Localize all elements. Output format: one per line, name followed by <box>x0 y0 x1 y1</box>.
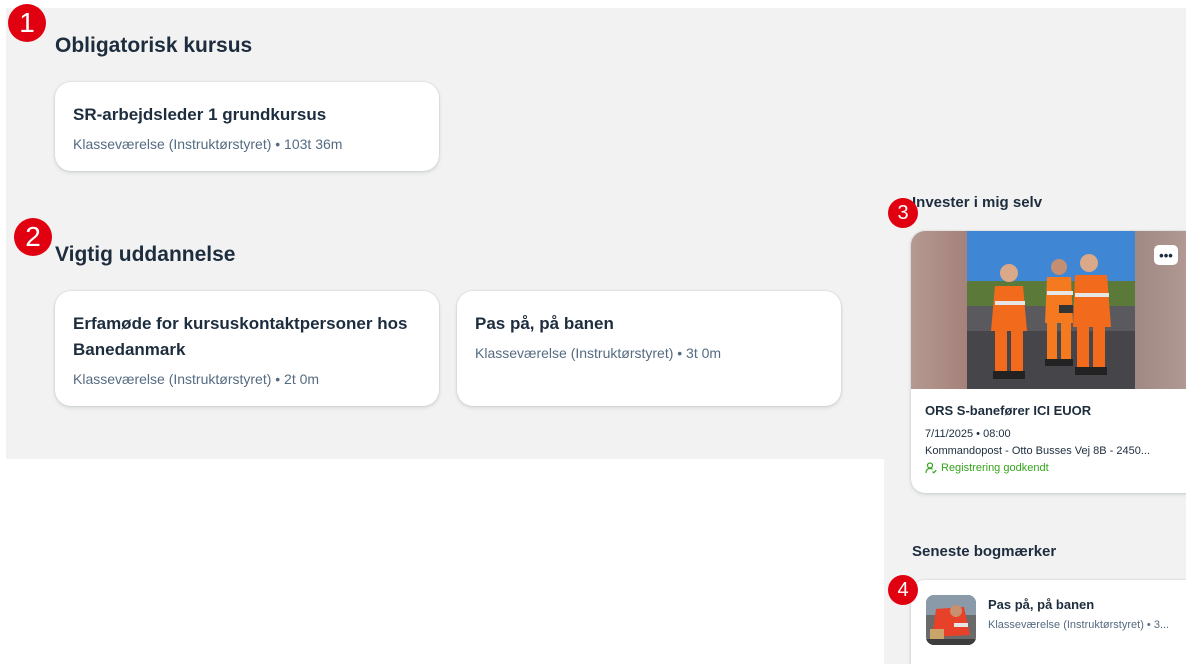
callout-marker-1: 1 <box>8 4 46 42</box>
bookmark-thumbnail-image <box>926 595 976 645</box>
course-card-important-1[interactable]: Erfamøde for kursuskontaktpersoner hos B… <box>55 291 439 406</box>
featured-course-title: ORS S-banefører ICI EUOR <box>925 403 1092 418</box>
course-card-title: Erfamøde for kursuskontaktpersoner hos B… <box>73 314 408 359</box>
bookmark-meta: Klasseværelse (Instruktørstyret) • 3... <box>988 619 1170 631</box>
callout-marker-2: 2 <box>14 218 52 256</box>
bookmark-title: Pas på, på banen <box>988 597 1095 612</box>
course-card-title: SR-arbejdsleder 1 grundkursus <box>73 105 327 124</box>
course-card-meta: Klasseværelse (Instruktørstyret) • 103t … <box>73 136 343 152</box>
registration-status: Registrering godkendt <box>925 462 1185 474</box>
bookmark-item[interactable]: Pas på, på banen Klasseværelse (Instrukt… <box>911 580 1186 664</box>
featured-course-datetime: 7/11/2025 • 08:00 <box>925 428 1011 440</box>
section-title-required: Obligatorisk kursus <box>55 34 253 57</box>
bookmark-thumbnail <box>926 595 976 645</box>
workers-photo <box>967 231 1135 389</box>
callout-marker-4: 4 <box>888 575 918 605</box>
course-card-meta: Klasseværelse (Instruktørstyret) • 2t 0m <box>73 371 320 387</box>
more-options-icon[interactable]: ••• <box>1154 245 1178 265</box>
section-title-important: Vigtig uddannelse <box>55 243 236 266</box>
course-card-meta: Klasseværelse (Instruktørstyret) • 3t 0m <box>475 345 722 361</box>
featured-course-card[interactable]: ••• ORS S-banefører ICI EUOR 7/11/2025 •… <box>911 231 1186 493</box>
course-card-important-2[interactable]: Pas på, på banen Klasseværelse (Instrukt… <box>457 291 841 406</box>
section-title-bookmarks: Seneste bogmærker <box>912 543 1057 560</box>
user-check-icon <box>925 462 937 474</box>
course-image: ••• <box>911 231 1186 389</box>
featured-course-location: Kommandopost - Otto Busses Vej 8B - 2450… <box>925 445 1151 457</box>
callout-marker-3: 3 <box>888 198 918 228</box>
course-card-title: Pas på, på banen <box>475 314 614 333</box>
course-card-required-1[interactable]: SR-arbejdsleder 1 grundkursus Klassevære… <box>55 82 439 171</box>
registration-status-label: Registrering godkendt <box>941 462 1049 474</box>
section-title-invest: Invester i mig selv <box>912 194 1043 211</box>
